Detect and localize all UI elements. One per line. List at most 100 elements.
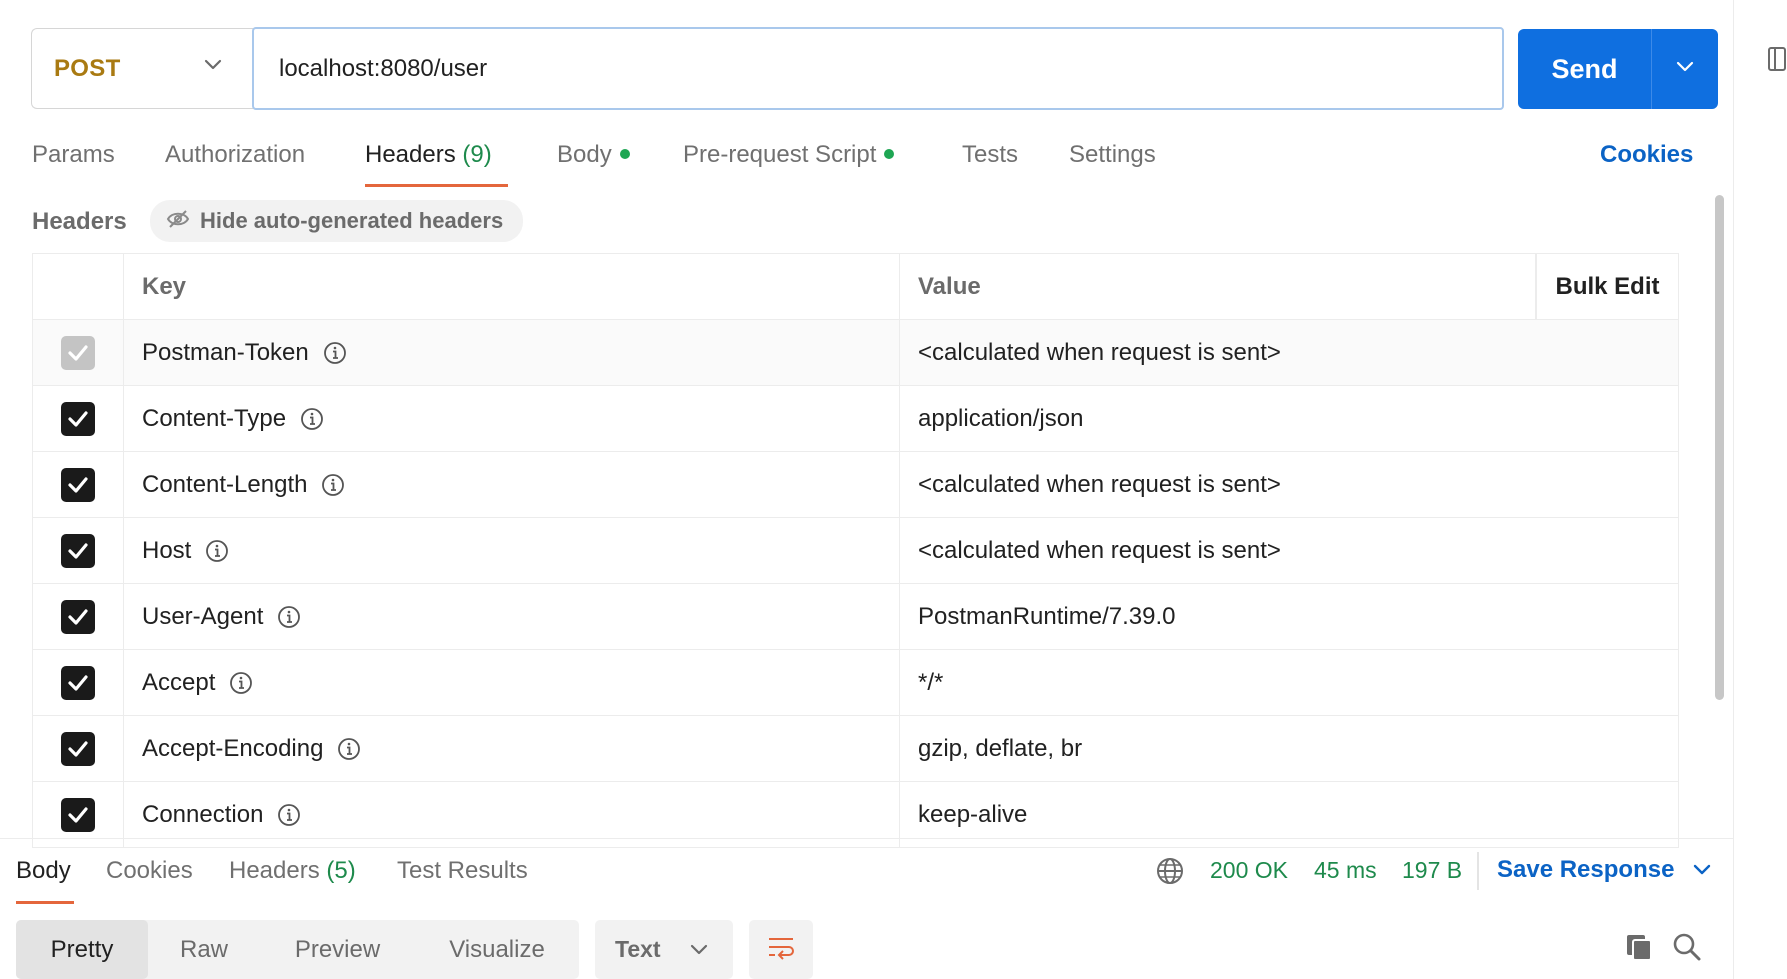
response-time[interactable]: 45 ms xyxy=(1314,857,1377,884)
tab-count: (5) xyxy=(326,857,356,884)
header-key: Accept-Encoding xyxy=(142,734,324,762)
response-tab-body[interactable]: Body xyxy=(16,857,71,885)
tab-label: Body xyxy=(16,857,71,884)
header-value-cell[interactable]: gzip, deflate, br xyxy=(900,716,1679,781)
response-tab-cookies[interactable]: Cookies xyxy=(106,857,193,885)
view-preview[interactable]: Preview xyxy=(260,920,415,979)
header-value-cell[interactable]: */* xyxy=(900,650,1679,715)
tab-label: Headers xyxy=(365,141,456,168)
checkmark-icon xyxy=(68,740,88,757)
row-checkbox-cell xyxy=(32,386,124,451)
headers-table: Key Value Bulk Edit Postman-Token <calcul… xyxy=(32,253,1679,848)
view-raw[interactable]: Raw xyxy=(148,920,260,979)
header-value-cell[interactable]: <calculated when request is sent> xyxy=(900,452,1679,517)
header-enabled-checkbox[interactable] xyxy=(61,401,95,436)
view-mode-segmented: Pretty Raw Preview Visualize xyxy=(16,920,579,979)
response-tab-test-results[interactable]: Test Results xyxy=(397,857,528,885)
header-key-cell[interactable]: Accept xyxy=(124,650,900,715)
header-key-cell[interactable]: Content-Length xyxy=(124,452,900,517)
tab-pre-request-script[interactable]: Pre-request Script xyxy=(683,141,895,169)
tab-label: Pre-request Script xyxy=(683,141,877,168)
tab-tests[interactable]: Tests xyxy=(962,141,1018,169)
table-header-row: Key Value Bulk Edit xyxy=(32,253,1679,320)
header-enabled-checkbox[interactable] xyxy=(61,533,95,568)
info-icon[interactable] xyxy=(321,473,345,497)
cookies-link[interactable]: Cookies xyxy=(1600,141,1693,169)
tab-body[interactable]: Body xyxy=(557,141,630,169)
row-checkbox-cell xyxy=(32,584,124,649)
info-icon[interactable] xyxy=(337,737,361,761)
header-value-cell[interactable]: application/json xyxy=(900,386,1679,451)
header-enabled-checkbox[interactable] xyxy=(61,599,95,634)
header-key: Content-Length xyxy=(142,470,308,498)
wrap-lines-icon xyxy=(766,934,796,965)
response-divider xyxy=(0,838,1733,839)
row-checkbox-cell xyxy=(32,650,124,715)
checkmark-icon xyxy=(68,608,88,625)
tab-label: Tests xyxy=(962,141,1019,168)
chevron-down-icon xyxy=(1692,856,1712,884)
header-enabled-checkbox[interactable] xyxy=(61,665,95,700)
bulk-edit-button[interactable]: Bulk Edit xyxy=(1536,254,1679,319)
format-select[interactable]: Text xyxy=(595,920,733,979)
save-response-label: Save Response xyxy=(1497,856,1675,883)
header-key-cell[interactable]: User-Agent xyxy=(124,584,900,649)
header-value-cell[interactable]: <calculated when request is sent> xyxy=(900,320,1679,385)
header-value-cell[interactable]: PostmanRuntime/7.39.0 xyxy=(900,584,1679,649)
info-icon[interactable] xyxy=(277,803,301,827)
tab-headers[interactable]: Headers (9) xyxy=(365,141,492,169)
hide-auto-headers-button[interactable]: Hide auto-generated headers xyxy=(150,200,524,242)
header-value: PostmanRuntime/7.39.0 xyxy=(918,602,1176,630)
header-key: Accept xyxy=(142,668,216,696)
tab-params[interactable]: Params xyxy=(32,141,115,169)
checkmark-icon xyxy=(68,806,88,823)
row-checkbox-cell xyxy=(32,452,124,517)
copy-icon[interactable] xyxy=(1624,932,1654,967)
method-select[interactable]: POST xyxy=(31,28,253,109)
header-key: Host xyxy=(142,536,192,564)
hide-auto-headers-label: Hide auto-generated headers xyxy=(200,208,504,233)
send-button-group: Send xyxy=(1518,29,1718,109)
modified-dot-icon xyxy=(619,148,630,159)
tab-label: Headers xyxy=(229,857,320,884)
header-value: <calculated when request is sent> xyxy=(918,470,1281,498)
tab-authorization[interactable]: Authorization xyxy=(165,141,305,169)
documentation-icon[interactable] xyxy=(1767,46,1787,81)
header-value-cell[interactable]: <calculated when request is sent> xyxy=(900,518,1679,583)
tab-settings[interactable]: Settings xyxy=(1069,141,1156,169)
header-key-cell[interactable]: Host xyxy=(124,518,900,583)
header-key-cell[interactable]: Postman-Token xyxy=(124,320,900,385)
header-key-cell[interactable]: Accept-Encoding xyxy=(124,716,900,781)
active-response-tab-indicator xyxy=(16,901,74,904)
globe-icon[interactable] xyxy=(1155,856,1185,891)
send-options-button[interactable] xyxy=(1652,29,1718,109)
row-checkbox-cell xyxy=(32,518,124,583)
send-button[interactable]: Send xyxy=(1518,29,1652,109)
save-response-button[interactable]: Save Response xyxy=(1497,856,1712,884)
search-icon[interactable] xyxy=(1672,932,1702,967)
header-enabled-checkbox[interactable] xyxy=(61,467,95,502)
checkmark-icon xyxy=(68,674,88,691)
info-icon[interactable] xyxy=(229,671,253,695)
info-icon[interactable] xyxy=(277,605,301,629)
url-input[interactable]: localhost:8080/user xyxy=(252,27,1504,110)
header-enabled-checkbox[interactable] xyxy=(61,797,95,832)
scrollbar[interactable] xyxy=(1715,195,1724,700)
response-size[interactable]: 197 B xyxy=(1402,857,1462,884)
response-tab-headers[interactable]: Headers (5) xyxy=(229,857,356,885)
view-pretty[interactable]: Pretty xyxy=(16,920,148,979)
method-label: POST xyxy=(54,54,121,82)
header-value: keep-alive xyxy=(918,800,1028,828)
header-key-cell[interactable]: Content-Type xyxy=(124,386,900,451)
separator xyxy=(1477,852,1479,890)
info-icon[interactable] xyxy=(300,407,324,431)
row-checkbox-cell xyxy=(32,320,124,385)
tab-label: Cookies xyxy=(106,857,193,884)
header-enabled-checkbox[interactable] xyxy=(61,731,95,766)
info-icon[interactable] xyxy=(205,539,229,563)
view-visualize[interactable]: Visualize xyxy=(415,920,579,979)
info-icon[interactable] xyxy=(323,341,347,365)
table-row: Accept-Encoding gzip, deflate, br xyxy=(32,716,1679,782)
wrap-lines-button[interactable] xyxy=(749,920,813,979)
status-code[interactable]: 200 OK xyxy=(1210,857,1288,884)
